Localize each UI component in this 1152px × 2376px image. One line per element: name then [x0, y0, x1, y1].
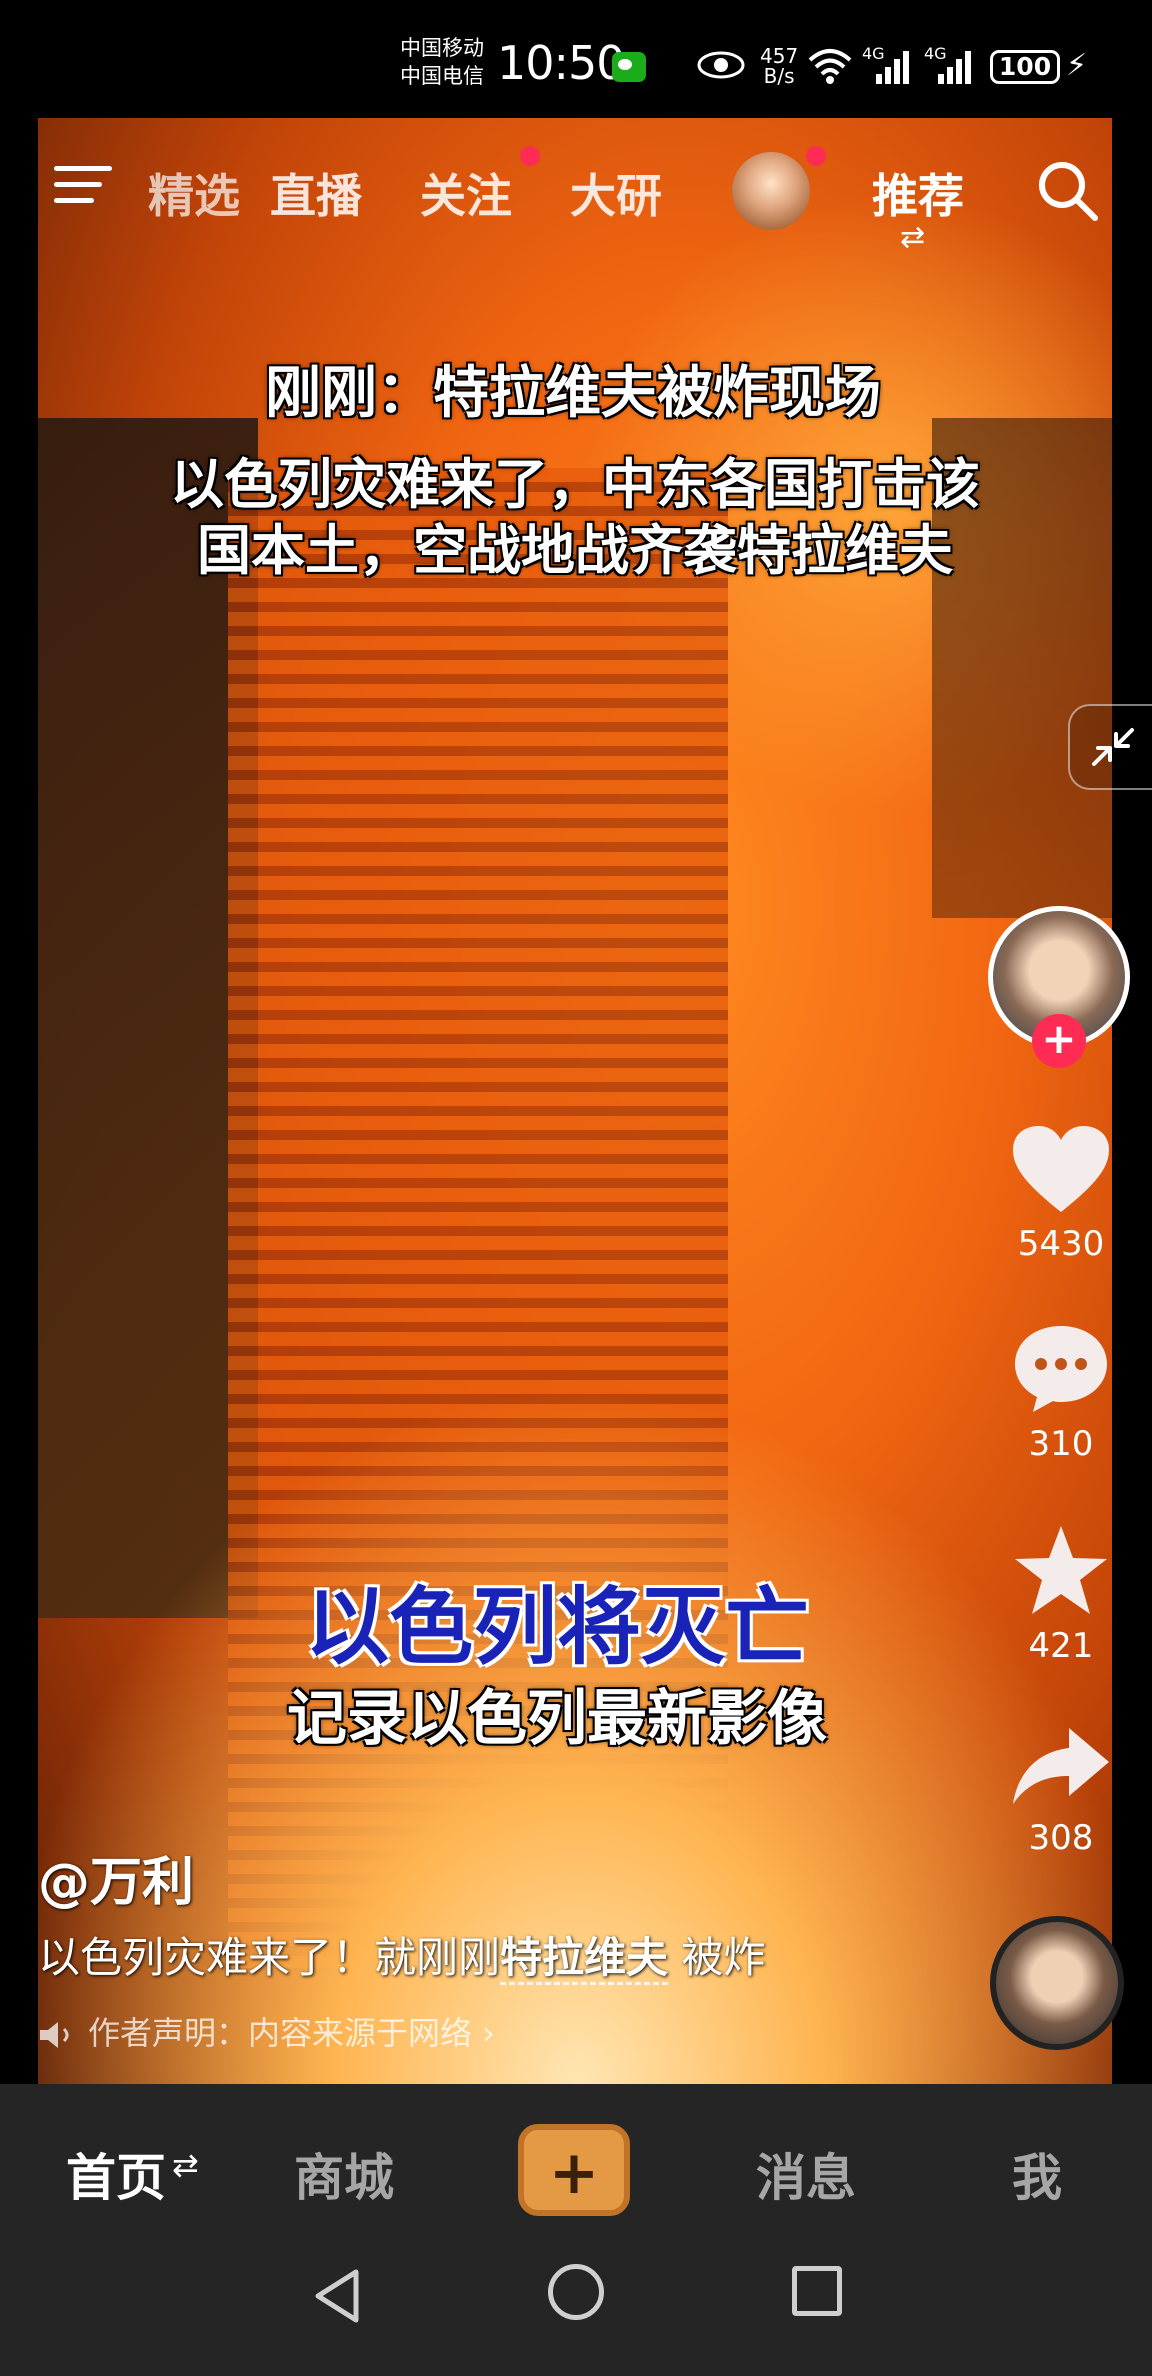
- notification-dot: [806, 146, 826, 166]
- comment-button[interactable]: 310: [1006, 1320, 1116, 1464]
- share-button[interactable]: 308: [1006, 1722, 1116, 1858]
- tab-dayan[interactable]: 大研: [570, 160, 662, 226]
- create-button[interactable]: +: [518, 2124, 630, 2216]
- tab-mall[interactable]: 商城: [294, 2138, 394, 2210]
- carrier-1: 中国移动: [400, 36, 484, 60]
- bottom-tab-bar: 首页 ⇄ 商城 + 消息 我: [0, 2084, 1152, 2234]
- clock: 10:50: [497, 36, 626, 90]
- favorite-button[interactable]: 421: [1006, 1522, 1116, 1666]
- follow-button[interactable]: +: [1032, 1014, 1086, 1068]
- share-count: 308: [1028, 1818, 1094, 1858]
- switch-arrows-icon[interactable]: ⇄: [900, 220, 925, 255]
- home-switch-icon[interactable]: ⇄: [172, 2146, 199, 2184]
- post-caption: 以色列灾难来了！就刚刚特拉维夫 被炸: [38, 1924, 765, 1985]
- collapse-button[interactable]: [1068, 704, 1152, 790]
- eye-icon: [697, 51, 745, 79]
- charging-icon: ⚡: [1066, 48, 1088, 83]
- video-subheadline: 以色列灾难来了，中东各国打击该 国本土，空战地战齐袭特拉维夫: [170, 453, 980, 582]
- home-circle-icon[interactable]: [548, 2264, 604, 2320]
- collapse-arrows-icon: [1092, 728, 1134, 766]
- tab-home[interactable]: 首页: [66, 2138, 166, 2210]
- tab-messages[interactable]: 消息: [756, 2138, 856, 2210]
- tab-following[interactable]: 关注: [420, 160, 512, 226]
- heart-icon: [1013, 1126, 1109, 1212]
- notification-dot: [520, 146, 540, 166]
- top-navigation: 精选 直播 关注 大研 推荐 ⇄: [38, 140, 1112, 255]
- battery-icon: 100: [990, 50, 1060, 84]
- carrier-info: 中国移动 中国电信: [400, 34, 484, 90]
- author-name[interactable]: @万利: [38, 1840, 194, 1915]
- favorite-count: 421: [1028, 1626, 1094, 1666]
- speaker-icon: [40, 2022, 69, 2048]
- tab-me[interactable]: 我: [1012, 2138, 1062, 2210]
- music-disc[interactable]: [990, 1916, 1124, 2050]
- friend-avatar[interactable]: [732, 152, 810, 230]
- comment-icon: [1015, 1326, 1107, 1412]
- search-icon[interactable]: [1035, 158, 1099, 222]
- like-count: 5430: [1017, 1224, 1105, 1264]
- network-speed: 457 B/s: [760, 44, 799, 88]
- plus-icon: +: [548, 2138, 600, 2208]
- wechat-notification-icon: [612, 52, 646, 82]
- menu-icon[interactable]: [54, 166, 114, 212]
- like-button[interactable]: 5430: [1006, 1124, 1116, 1264]
- video-headline: 刚刚：特拉维夫被炸现场: [265, 361, 881, 426]
- comment-count: 310: [1028, 1424, 1094, 1464]
- author-statement[interactable]: 作者声明：内容来源于网络 ›: [38, 2008, 495, 2054]
- share-arrow-icon: [1013, 1728, 1109, 1804]
- star-icon: [1015, 1526, 1107, 1614]
- signal-icon-1: 4G: [862, 44, 912, 86]
- carrier-2: 中国电信: [400, 64, 484, 88]
- status-bar: 中国移动 中国电信 10:50 457 B/s 4G 4G 100 ⚡: [0, 0, 1152, 118]
- system-navigation-bar: [0, 2234, 1152, 2376]
- back-icon[interactable]: [308, 2266, 368, 2326]
- hashtag-link[interactable]: 特拉维夫: [500, 1933, 669, 1985]
- tab-featured[interactable]: 精选: [148, 160, 240, 226]
- signal-icon-2: 4G: [924, 44, 974, 86]
- wifi-icon: [808, 49, 852, 84]
- recent-apps-icon[interactable]: [792, 2266, 842, 2316]
- tab-live[interactable]: 直播: [270, 160, 362, 226]
- tab-recommend[interactable]: 推荐: [872, 160, 964, 226]
- video-caption-overlay: 记录以色列最新影像: [287, 1684, 827, 1754]
- video-title-blue: 以色列将灭亡: [304, 1578, 809, 1676]
